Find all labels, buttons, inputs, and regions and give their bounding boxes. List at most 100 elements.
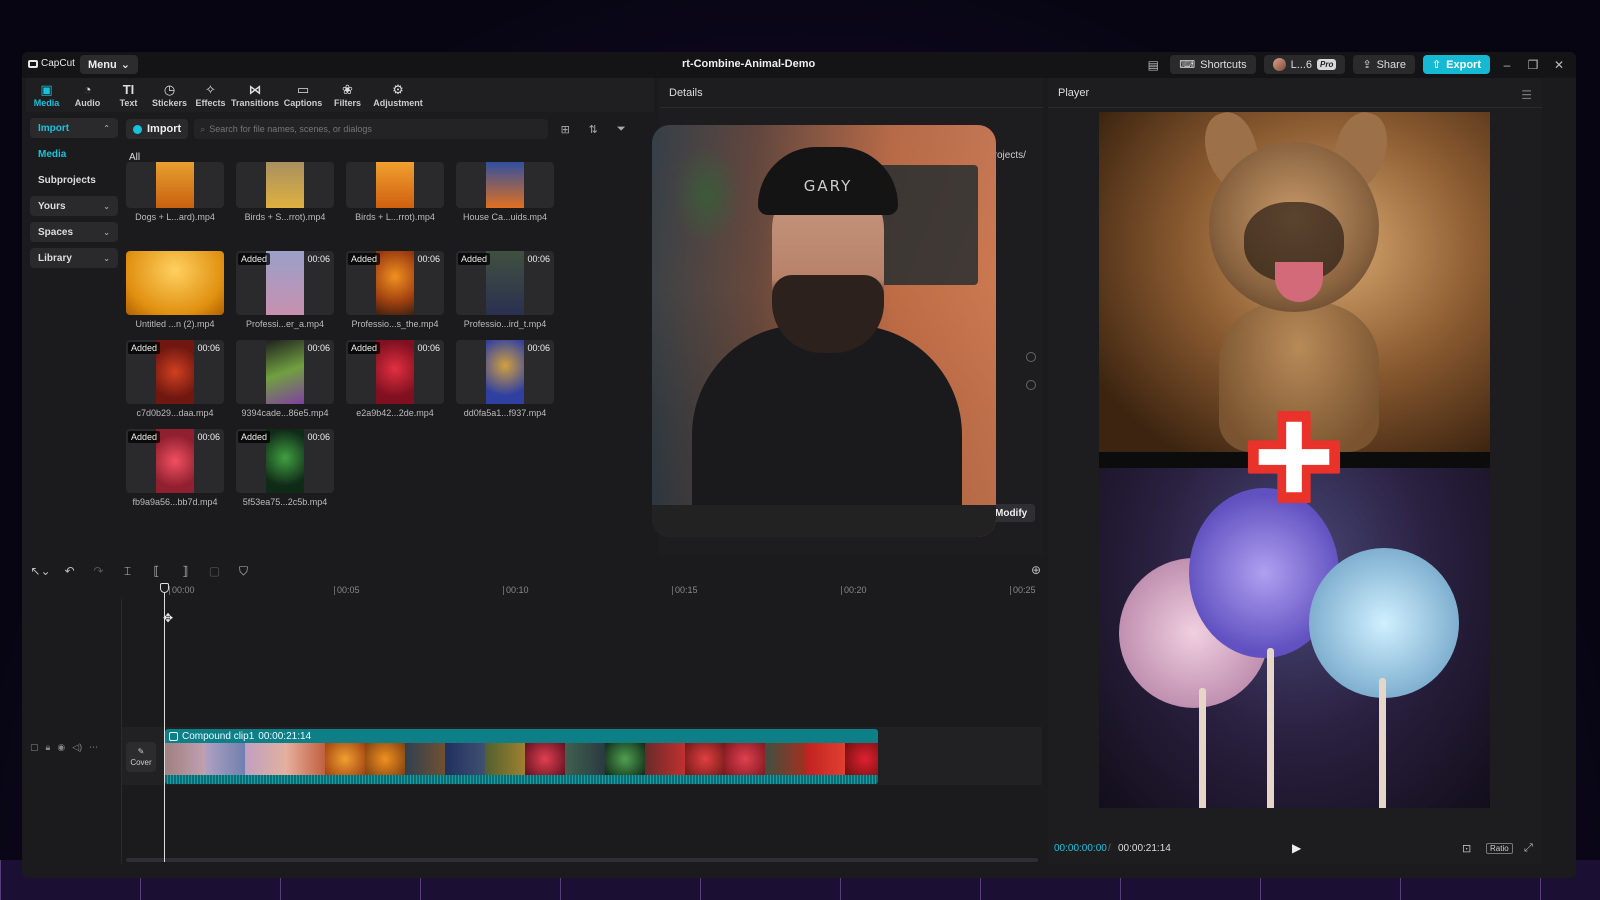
speaker-icon[interactable]: ◁) [72,742,82,753]
track-select-icon[interactable]: ▢ [30,742,39,753]
minimize-icon[interactable]: – [1498,58,1516,72]
user-account-button[interactable]: L...6 Pro [1263,55,1346,74]
media-card-name: dd0fa5a1...f937.mp4 [463,408,547,418]
timeline-ruler[interactable]: 00:00 00:05 00:10 00:15 00:20 00:25 [162,585,1042,599]
sidebar-item-media[interactable]: Media [30,144,118,164]
lock-icon[interactable]: 🔒︎ [46,742,51,753]
tab-media[interactable]: ▣ Media [26,78,67,112]
marker-icon[interactable]: ⛉ [229,564,258,579]
tab-captions[interactable]: ▭ Captions [279,78,327,112]
info-icon[interactable] [1026,352,1036,362]
media-card[interactable]: Untitled ...n (2).mp4 [126,251,224,340]
media-card-name: Birds + S...rrot).mp4 [244,212,326,222]
media-panel: Import ⌕ ⊞ ⇅ ⏷ All Dogs + L...ard).mp4 B… [126,118,654,554]
captions-icon: ▭ [296,81,310,97]
sidebar-item-subprojects[interactable]: Subprojects [30,170,118,190]
eye-icon[interactable]: ◉ [57,742,65,753]
tab-audio[interactable]: ◔ Audio [67,78,108,112]
media-card[interactable]: 00:06 9394cade...86e5.mp4 [236,340,334,429]
media-card[interactable]: Added 00:06 Professio...s_the.mp4 [346,251,444,340]
tab-transitions[interactable]: ⋈ Transitions [231,78,279,112]
tab-effects[interactable]: ✧ Effects [190,78,231,112]
cover-button[interactable]: ✎ Cover [126,742,156,772]
share-icon: ⇪ [1362,59,1372,71]
media-card-name: Professi...er_a.mp4 [245,319,325,329]
close-icon[interactable]: ✕ [1550,58,1568,72]
tab-text-label: Text [119,97,138,108]
media-card[interactable]: Added 00:06 Professi...er_a.mp4 [236,251,334,340]
media-card[interactable]: Birds + L...rrot).mp4 [346,162,444,251]
split-right-icon[interactable]: ⟧ [171,564,200,578]
cover-label: Cover [130,758,152,767]
sidebar-item-import[interactable]: Import ⌃ [30,118,118,138]
select-tool-icon[interactable]: ↖⌄ [26,564,55,578]
ruler-tick: 00:05 [334,585,360,595]
fit-icon[interactable]: ⊡ [1462,842,1471,855]
info-icon[interactable] [1026,380,1036,390]
stickers-icon: ◷ [163,81,176,97]
media-card-name: e2a9b42...2de.mp4 [356,408,434,418]
split-left-icon[interactable]: ⟦ [142,564,171,578]
cap-text: GARY [803,177,853,195]
grid-view-icon[interactable]: ⊞ [554,123,576,136]
more-icon[interactable]: ⋯ [89,742,98,753]
sidebar-item-library[interactable]: Library ⌄ [30,248,118,268]
playhead[interactable] [164,585,165,862]
media-grid: Dogs + L...ard).mp4 Birds + S...rrot).mp… [126,162,554,518]
undo-icon[interactable]: ↶ [55,564,84,578]
upload-icon: ⇧ [1431,59,1442,71]
details-title: Details [659,78,1043,108]
media-card-name: fb9a9a56...bb7d.mp4 [132,497,218,507]
clip-header: Compound clip1 00:00:21:14 [169,731,311,742]
duration-label: 00:06 [307,343,330,353]
plus-circle-icon [133,124,142,134]
media-card[interactable]: Added 00:06 fb9a9a56...bb7d.mp4 [126,429,224,518]
filter-icon[interactable]: ⏷ [610,123,632,136]
media-card[interactable]: 00:06 dd0fa5a1...f937.mp4 [456,340,554,429]
media-card[interactable]: House Ca...uids.mp4 [456,162,554,251]
ruler-tick: 00:15 [672,585,698,595]
sidebar-item-spaces[interactable]: Spaces ⌄ [30,222,118,242]
redo-icon[interactable]: ↷ [84,564,113,578]
sidebar-item-label: Spaces [38,226,74,238]
sidebar-item-label: Media [38,148,67,160]
total-time: 00:00:21:14 [1118,842,1171,854]
sidebar-item-yours[interactable]: Yours ⌄ [30,196,118,216]
search-input[interactable] [209,124,530,134]
shortcuts-button[interactable]: ⌨ Shortcuts [1170,55,1256,74]
time-separator: / [1108,842,1111,854]
menu-icon[interactable]: ☰ [1521,88,1532,102]
media-card-name: House Ca...uids.mp4 [462,212,548,222]
playhead-handle[interactable] [160,583,169,593]
media-card[interactable]: Birds + S...rrot).mp4 [236,162,334,251]
fullscreen-icon[interactable]: ⤢ [1524,842,1533,855]
export-button[interactable]: ⇧ Export [1422,55,1490,74]
delete-icon[interactable]: ▢ [200,564,229,578]
ratio-button[interactable]: Ratio [1486,842,1513,854]
share-button[interactable]: ⇪ Share [1353,55,1415,74]
track-controls: ▢ 🔒︎ ◉ ◁) ⋯ [30,742,98,753]
import-button[interactable]: Import [126,119,189,139]
tab-stickers[interactable]: ◷ Stickers [149,78,190,112]
layout-icon[interactable]: ▤ [1144,58,1162,72]
media-card[interactable]: Added 00:06 Professio...ird_t.mp4 [456,251,554,340]
restore-icon[interactable]: ❐ [1524,58,1542,72]
search-box[interactable]: ⌕ [194,119,549,139]
split-icon[interactable]: ⌶ [113,564,142,579]
play-button[interactable]: ▶ [1292,841,1301,855]
media-card[interactable]: Dogs + L...ard).mp4 [126,162,224,251]
timeline-scrollbar[interactable] [126,858,1038,862]
media-card[interactable]: Added 00:06 e2a9b42...2de.mp4 [346,340,444,429]
menu-button[interactable]: Menu ⌄ [80,55,138,74]
media-card[interactable]: Added 00:06 5f53ea75...2c5b.mp4 [236,429,334,518]
tab-adjustment[interactable]: ⚙ Adjustment [368,78,428,112]
zoom-in-icon[interactable]: ⊕ [1031,563,1041,577]
asset-toolbar: ▣ Media ◔ Audio TI Text ◷ Stickers ✧ Eff… [26,78,654,112]
sort-icon[interactable]: ⇅ [582,123,604,136]
video-preview[interactable] [1099,112,1490,808]
media-card[interactable]: Added 00:06 c7d0b29...daa.mp4 [126,340,224,429]
tab-text[interactable]: TI Text [108,78,149,112]
tab-filters[interactable]: ❀ Filters [327,78,368,112]
compound-clip[interactable]: Compound clip1 00:00:21:14 [165,729,878,784]
plus-icon [1247,410,1341,504]
